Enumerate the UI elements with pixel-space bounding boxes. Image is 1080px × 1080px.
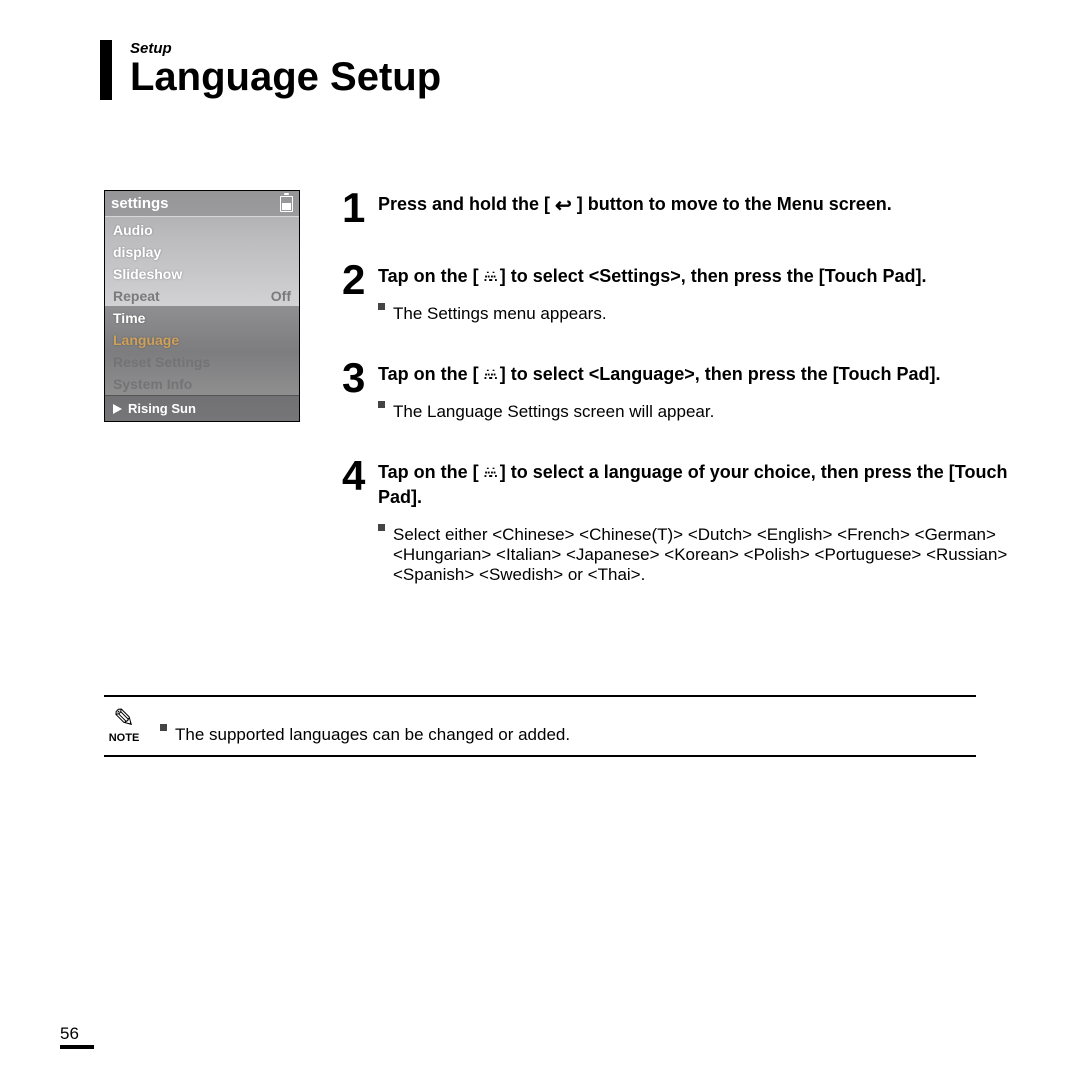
step-title: Press and hold the [ ↩ ] button to move … <box>378 192 1020 220</box>
page-number-underline <box>60 1045 94 1049</box>
menu-item: Time <box>105 307 299 329</box>
note-pencil-icon: ✎ <box>113 705 135 731</box>
touchpad-dots-icon: .·˙·. .·˙·. <box>484 464 495 482</box>
menu-item: Audio <box>105 219 299 241</box>
step-title: Tap on the [ .·˙·. .·˙·. ] to select a l… <box>378 460 1020 509</box>
screen-header: settings <box>105 191 299 217</box>
bullet-icon <box>378 524 385 531</box>
page-title: Language Setup <box>130 55 1020 100</box>
touchpad-dots-icon: .·˙·. .·˙·. <box>484 366 495 384</box>
bullet-icon <box>378 401 385 408</box>
menu-item: display <box>105 241 299 263</box>
menu-item: Slideshow <box>105 263 299 285</box>
step: 3 Tap on the [ .·˙·. .·˙·. ] to select <… <box>342 360 1020 422</box>
screen-title: settings <box>111 195 169 212</box>
step: 4 Tap on the [ .·˙·. .·˙·. ] to select a… <box>342 458 1020 585</box>
menu-list: Audio display Slideshow RepeatOff Time L… <box>105 217 299 395</box>
back-arrow-icon: ↩ <box>555 193 572 220</box>
bullet-icon <box>378 303 385 310</box>
step-number: 1 <box>342 190 370 226</box>
step-bullet: The Settings menu appears. <box>378 296 1020 324</box>
page-header: Setup Language Setup <box>100 40 1020 100</box>
play-icon <box>113 404 122 414</box>
step-number: 4 <box>342 458 370 585</box>
now-playing-title: Rising Sun <box>128 401 196 416</box>
menu-item: Reset Settings <box>105 351 299 373</box>
step-bullet: The Language Settings screen will appear… <box>378 394 1020 422</box>
step-title: Tap on the [ .·˙·. .·˙·. ] to select <Se… <box>378 264 1020 288</box>
step: 2 Tap on the [ .·˙·. .·˙·. ] to select <… <box>342 262 1020 324</box>
note-label: NOTE <box>109 732 140 744</box>
menu-item: RepeatOff <box>105 285 299 307</box>
page-number: 56 <box>60 1024 79 1044</box>
step-bullet: Select either <Chinese> <Chinese(T)> <Du… <box>378 517 1020 585</box>
device-screenshot: settings Audio display Slideshow RepeatO… <box>104 190 300 615</box>
bullet-icon <box>160 724 167 731</box>
step-number: 3 <box>342 360 370 422</box>
step-number: 2 <box>342 262 370 324</box>
note-bullet: The supported languages can be changed o… <box>160 717 974 745</box>
step-title: Tap on the [ .·˙·. .·˙·. ] to select <La… <box>378 362 1020 386</box>
battery-icon <box>280 196 293 212</box>
step: 1 Press and hold the [ ↩ ] button to mov… <box>342 190 1020 226</box>
touchpad-dots-icon: .·˙·. .·˙·. <box>484 268 495 286</box>
note-block: ✎ NOTE The supported languages can be ch… <box>104 695 976 757</box>
steps-list: 1 Press and hold the [ ↩ ] button to mov… <box>342 190 1020 615</box>
menu-item: System Info <box>105 373 299 395</box>
menu-item-selected: Language <box>105 329 299 351</box>
now-playing-bar: Rising Sun <box>105 395 299 421</box>
